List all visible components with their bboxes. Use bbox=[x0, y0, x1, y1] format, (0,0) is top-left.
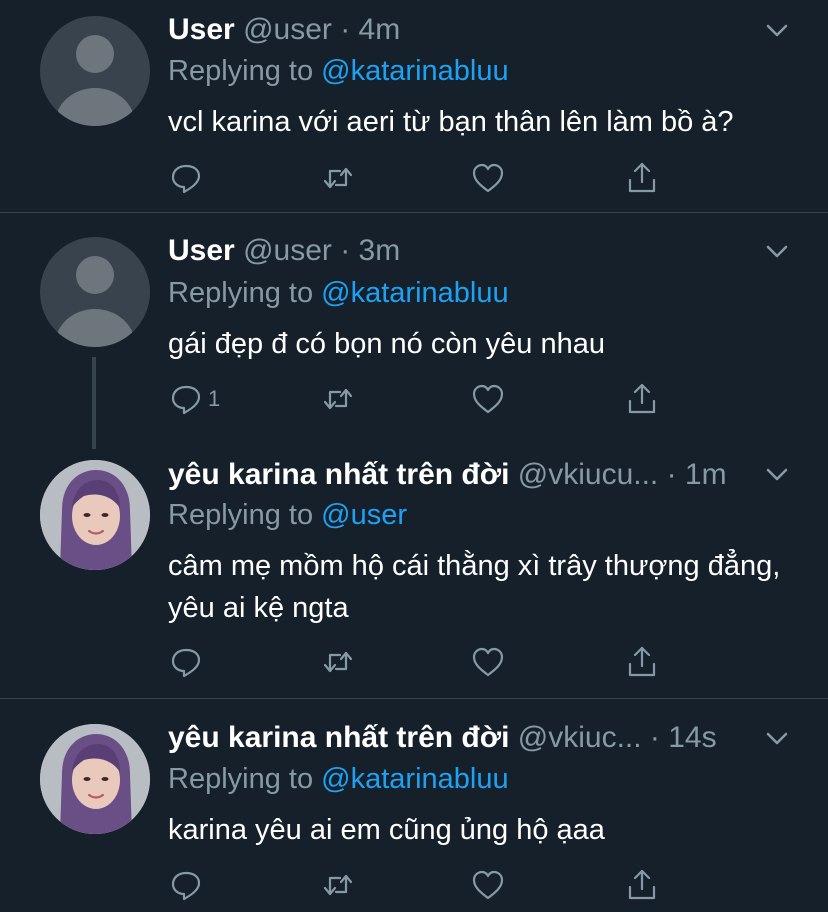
replying-to-line: Replying to @katarinabluu bbox=[168, 761, 509, 797]
share-icon bbox=[628, 646, 656, 677]
reply-icon bbox=[171, 871, 201, 901]
reply-button[interactable] bbox=[168, 158, 208, 198]
retweet-button[interactable] bbox=[320, 642, 356, 682]
tweet-text: karina yêu ai em cũng ủng hộ ạaa bbox=[168, 814, 605, 846]
author-line: User @user · 4m bbox=[168, 12, 400, 48]
tweet-text: câm mẹ mồm hộ cái thằng xì trây thượng đ… bbox=[168, 550, 781, 624]
replying-to-line: Replying to @user bbox=[168, 497, 407, 533]
mention-link[interactable]: @katarinabluu bbox=[321, 277, 508, 309]
tweet-actions bbox=[168, 158, 688, 198]
mention-link[interactable]: @katarinabluu bbox=[321, 763, 508, 795]
author-line: yêu karina nhất trên đời @vkiuc... · 14s bbox=[168, 720, 717, 756]
reply-button[interactable]: 1 bbox=[168, 379, 220, 419]
tweet-text: vcl karina với aeri từ bạn thân lên làm … bbox=[168, 106, 734, 138]
tweet-actions: 1 bbox=[168, 379, 688, 419]
author-line: User @user · 3m bbox=[168, 233, 400, 269]
retweet-button[interactable] bbox=[320, 158, 356, 198]
retweet-icon bbox=[323, 651, 353, 673]
tweet[interactable]: User @user · 3m Replying to @katarinablu… bbox=[0, 213, 828, 449]
display-name[interactable]: User bbox=[168, 13, 235, 46]
chevron-down-icon[interactable] bbox=[766, 24, 788, 38]
author-line: yêu karina nhất trên đời @vkiucu... · 1m bbox=[168, 457, 727, 493]
timestamp[interactable]: · 14s bbox=[650, 721, 717, 754]
heart-icon bbox=[472, 384, 504, 414]
share-icon bbox=[628, 162, 656, 193]
chevron-down-icon[interactable] bbox=[766, 245, 788, 259]
display-name[interactable]: User bbox=[168, 234, 235, 267]
default-avatar-icon bbox=[55, 256, 135, 347]
share-icon bbox=[628, 869, 656, 900]
mention-link[interactable]: @user bbox=[321, 499, 407, 531]
tweet-actions bbox=[168, 865, 688, 905]
share-button[interactable] bbox=[624, 642, 660, 682]
replying-to-line: Replying to @katarinabluu bbox=[168, 53, 509, 89]
heart-icon bbox=[472, 647, 504, 677]
retweet-button[interactable] bbox=[320, 379, 356, 419]
timestamp[interactable]: · 4m bbox=[340, 13, 400, 46]
retweet-icon bbox=[323, 167, 353, 189]
replying-to-label: Replying to bbox=[168, 763, 314, 795]
reply-button[interactable] bbox=[168, 642, 208, 682]
reply-icon bbox=[171, 385, 201, 415]
heart-icon bbox=[472, 870, 504, 900]
tweet[interactable]: yêu karina nhất trên đời @vkiuc... · 14s… bbox=[0, 699, 828, 912]
avatar[interactable] bbox=[40, 724, 150, 834]
replying-to-label: Replying to bbox=[168, 55, 314, 87]
avatar[interactable] bbox=[40, 16, 150, 126]
like-button[interactable] bbox=[470, 865, 506, 905]
like-button[interactable] bbox=[470, 379, 506, 419]
reply-count: 1 bbox=[208, 386, 221, 411]
tweet-actions bbox=[168, 642, 688, 682]
user-handle[interactable]: @user bbox=[243, 234, 332, 267]
share-button[interactable] bbox=[624, 158, 660, 198]
share-button[interactable] bbox=[624, 865, 660, 905]
like-button[interactable] bbox=[470, 158, 506, 198]
replying-to-label: Replying to bbox=[168, 499, 314, 531]
tweet[interactable]: User @user · 4m Replying to @katarinablu… bbox=[0, 0, 828, 212]
avatar[interactable] bbox=[40, 460, 150, 570]
like-button[interactable] bbox=[470, 642, 506, 682]
retweet-button[interactable] bbox=[320, 865, 356, 905]
retweet-icon bbox=[323, 388, 353, 410]
chevron-down-icon[interactable] bbox=[766, 732, 788, 746]
tweet[interactable]: yêu karina nhất trên đời @vkiucu... · 1m… bbox=[0, 435, 828, 698]
replying-to-label: Replying to bbox=[168, 277, 314, 309]
timestamp[interactable]: · 3m bbox=[340, 234, 400, 267]
timestamp[interactable]: · 1m bbox=[667, 458, 727, 491]
user-handle[interactable]: @user bbox=[243, 13, 332, 46]
chevron-down-icon[interactable] bbox=[766, 468, 788, 482]
reply-icon bbox=[171, 164, 201, 194]
reply-button[interactable] bbox=[168, 865, 208, 905]
default-avatar-icon bbox=[55, 35, 135, 126]
avatar[interactable] bbox=[40, 237, 150, 347]
profile-photo-icon bbox=[40, 460, 150, 570]
user-handle[interactable]: @vkiuc... bbox=[518, 721, 642, 754]
profile-photo-icon bbox=[40, 724, 150, 834]
share-icon bbox=[628, 383, 656, 414]
user-handle[interactable]: @vkiucu... bbox=[518, 458, 659, 491]
tweet-text: gái đẹp đ có bọn nó còn yêu nhau bbox=[168, 328, 605, 360]
replying-to-line: Replying to @katarinabluu bbox=[168, 275, 509, 311]
mention-link[interactable]: @katarinabluu bbox=[321, 55, 508, 87]
reply-icon bbox=[171, 648, 201, 678]
heart-icon bbox=[472, 163, 504, 193]
display-name[interactable]: yêu karina nhất trên đời bbox=[168, 458, 509, 491]
share-button[interactable] bbox=[624, 379, 660, 419]
retweet-icon bbox=[323, 874, 353, 896]
display-name[interactable]: yêu karina nhất trên đời bbox=[168, 721, 509, 754]
